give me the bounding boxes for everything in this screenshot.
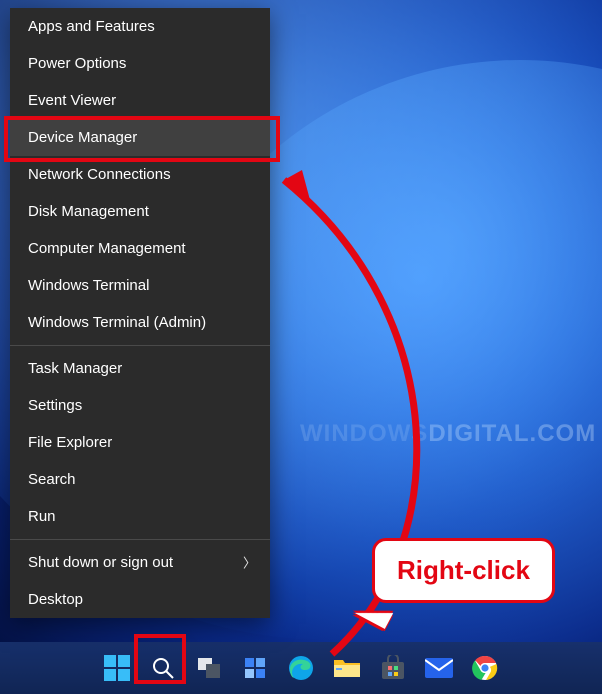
taskbar-chrome-button[interactable]: [471, 654, 499, 682]
desktop-wallpaper: WINDOWSDIGITAL.COM Apps and Features Pow…: [0, 0, 602, 694]
menu-separator: [10, 539, 270, 540]
edge-icon: [288, 655, 314, 681]
menu-item-file-explorer[interactable]: File Explorer: [10, 424, 270, 461]
menu-item-computer-management[interactable]: Computer Management: [10, 230, 270, 267]
microsoft-store-icon: [380, 655, 406, 681]
menu-item-power-options[interactable]: Power Options: [10, 45, 270, 82]
menu-separator: [10, 345, 270, 346]
widgets-icon: [243, 656, 267, 680]
task-view-icon: [197, 657, 221, 679]
winx-context-menu: Apps and Features Power Options Event Vi…: [10, 8, 270, 618]
taskbar: [0, 642, 602, 694]
menu-item-windows-terminal[interactable]: Windows Terminal: [10, 267, 270, 304]
taskbar-search-button[interactable]: [149, 654, 177, 682]
menu-item-windows-terminal-admin[interactable]: Windows Terminal (Admin): [10, 304, 270, 341]
menu-item-settings[interactable]: Settings: [10, 387, 270, 424]
search-icon: [151, 656, 175, 680]
taskbar-widgets-button[interactable]: [241, 654, 269, 682]
menu-item-search[interactable]: Search: [10, 461, 270, 498]
mail-icon: [425, 658, 453, 678]
taskbar-edge-button[interactable]: [287, 654, 315, 682]
menu-item-event-viewer[interactable]: Event Viewer: [10, 82, 270, 119]
menu-item-apps-and-features[interactable]: Apps and Features: [10, 8, 270, 45]
menu-item-task-manager[interactable]: Task Manager: [10, 350, 270, 387]
menu-item-desktop[interactable]: Desktop: [10, 581, 270, 618]
menu-item-network-connections[interactable]: Network Connections: [10, 156, 270, 193]
windows-logo-icon: [104, 655, 130, 681]
file-explorer-icon: [333, 657, 361, 679]
taskbar-store-button[interactable]: [379, 654, 407, 682]
menu-item-shut-down-or-sign-out[interactable]: Shut down or sign out〉: [10, 544, 270, 581]
chevron-right-icon: 〉: [243, 556, 256, 569]
taskbar-task-view-button[interactable]: [195, 654, 223, 682]
annotation-callout: Right-click: [372, 538, 555, 603]
chrome-icon: [472, 655, 498, 681]
menu-item-device-manager[interactable]: Device Manager: [10, 119, 270, 156]
taskbar-file-explorer-button[interactable]: [333, 654, 361, 682]
menu-item-run[interactable]: Run: [10, 498, 270, 535]
start-button[interactable]: [103, 654, 131, 682]
watermark-text: WINDOWSDIGITAL.COM: [300, 420, 596, 448]
taskbar-mail-button[interactable]: [425, 654, 453, 682]
menu-item-disk-management[interactable]: Disk Management: [10, 193, 270, 230]
